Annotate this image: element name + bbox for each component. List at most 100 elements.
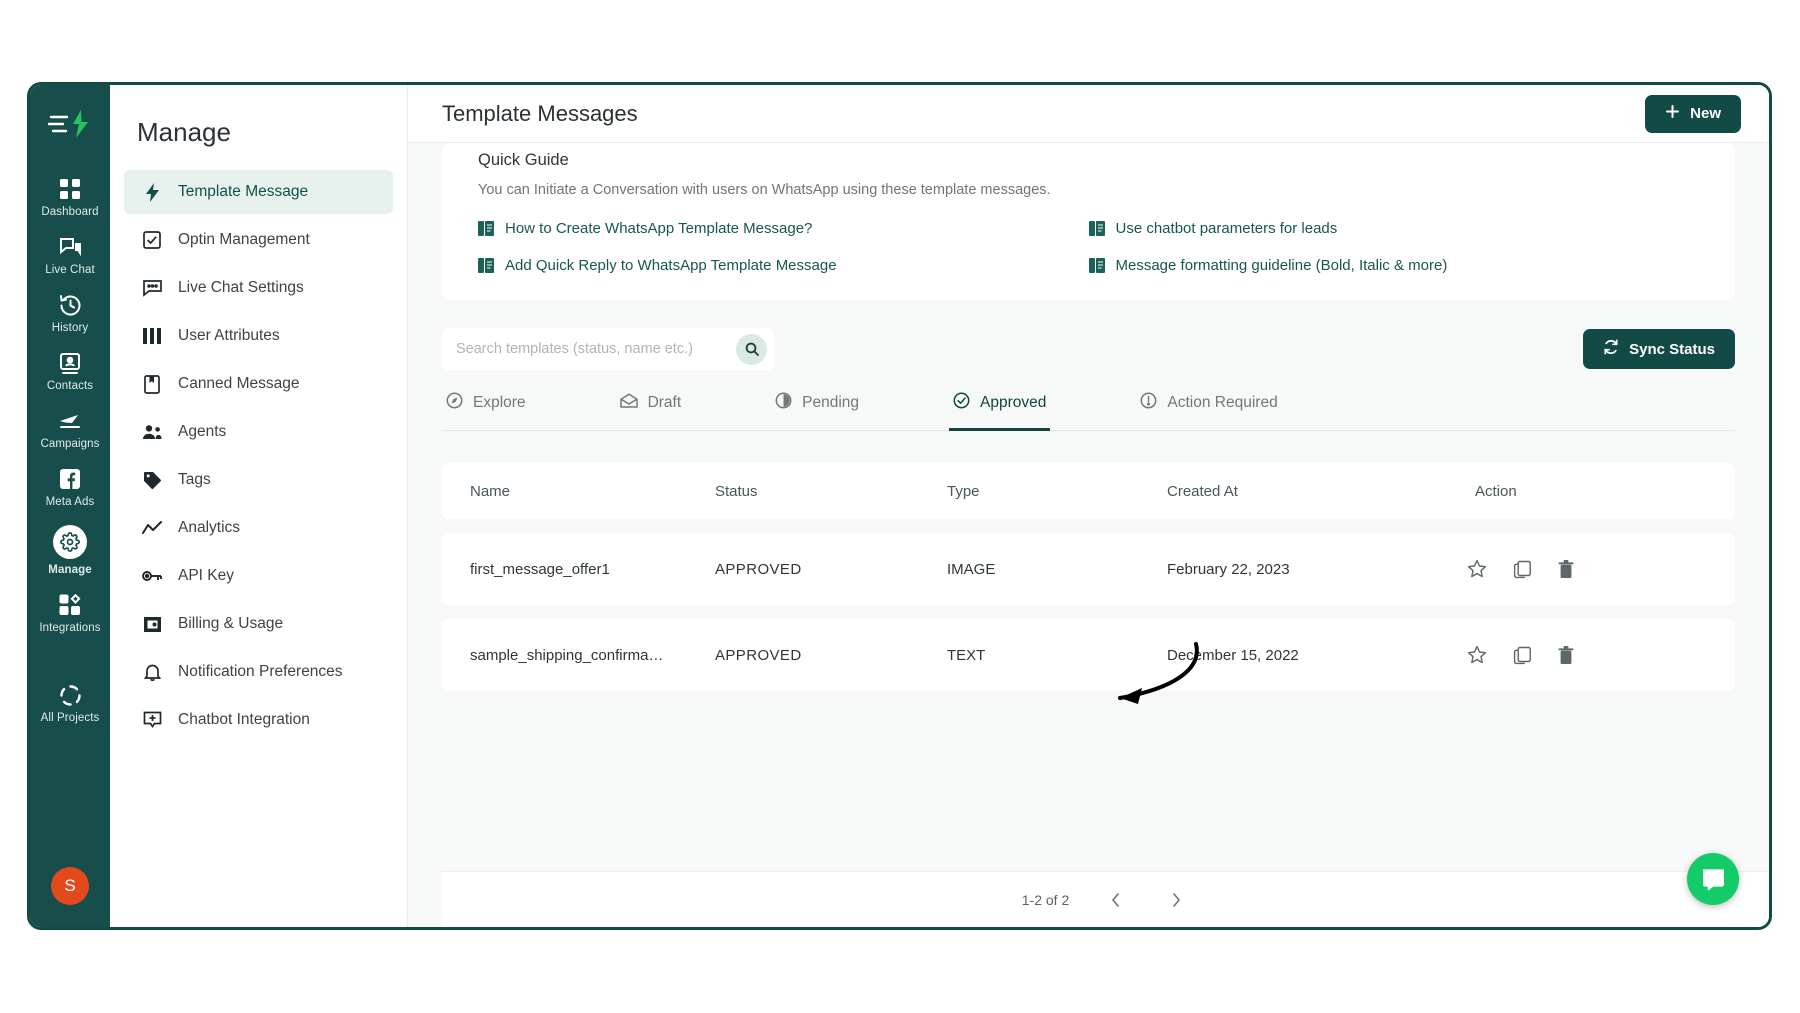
manage-item-optin-management[interactable]: Optin Management [124,218,393,262]
tab-pending[interactable]: Pending [771,392,863,431]
trash-icon[interactable] [1558,559,1574,579]
quick-guide-link-quick-reply[interactable]: Add Quick Reply to WhatsApp Template Mes… [478,257,1089,274]
key-icon [142,569,162,583]
chat-dots-icon [142,279,162,297]
tab-label: Approved [980,394,1047,411]
sidebar-item-label: All Projects [40,712,100,724]
tab-action-required[interactable]: Action Required [1136,392,1281,431]
sidebar-item-manage[interactable]: Manage [30,516,110,584]
chevron-left-icon[interactable] [1103,887,1129,913]
manage-item-template-message[interactable]: Template Message [124,170,393,214]
manage-item-label: Canned Message [178,375,300,392]
column-header-type: Type [947,482,980,500]
sync-status-button[interactable]: Sync Status [1583,329,1735,369]
manage-item-live-chat-settings[interactable]: Live Chat Settings [124,266,393,310]
table-row[interactable]: first_message_offer1 APPROVED IMAGE Febr… [442,533,1735,605]
clock-history-icon [59,293,82,317]
search-icon[interactable] [736,333,767,365]
manage-item-label: Template Message [178,183,309,200]
lightning-list-logo-icon[interactable] [47,109,92,144]
avatar[interactable]: S [51,867,89,905]
manage-item-billing-usage[interactable]: Billing & Usage [124,602,393,646]
tab-label: Explore [473,394,526,411]
sidebar-item-history[interactable]: History [30,284,110,342]
quick-guide-link-formatting-guideline[interactable]: Message formatting guideline (Bold, Ital… [1088,257,1700,274]
alert-circle-icon [1140,392,1157,414]
sidebar-item-campaigns[interactable]: Campaigns [30,400,110,458]
cell-actions [1467,559,1707,579]
manage-item-label: Analytics [178,519,241,536]
sidebar-item-live-chat[interactable]: Live Chat [30,226,110,284]
intercom-chat-icon[interactable] [1687,853,1739,905]
people-icon [142,424,162,440]
table-header-row: Name Status Type Created At Action [442,463,1735,519]
manage-item-label: Chatbot Integration [178,711,310,728]
search-box[interactable] [442,328,774,370]
quick-guide-links: How to Create WhatsApp Template Message?… [478,220,1699,274]
manage-item-tags[interactable]: Tags [124,458,393,502]
sync-status-label: Sync Status [1629,340,1715,358]
sidebar-item-integrations[interactable]: Integrations [30,584,110,642]
tab-approved[interactable]: Approved [949,392,1051,431]
sidebar-item-label: Dashboard [41,206,99,218]
projects-circle-icon [59,683,82,707]
search-row: Sync Status [442,328,1735,370]
quick-guide-link-label: Use chatbot parameters for leads [1115,220,1338,237]
gear-icon [53,525,87,559]
cell-created-at: December 15, 2022 [1167,646,1299,664]
sidebar-item-dashboard[interactable]: Dashboard [30,168,110,226]
cell-type: TEXT [947,646,986,664]
paper-plane-icon [58,409,82,433]
new-button-label: New [1690,105,1721,122]
manage-item-user-attributes[interactable]: User Attributes [124,314,393,358]
manage-item-agents[interactable]: Agents [124,410,393,454]
column-header-status: Status [715,482,758,500]
star-icon[interactable] [1467,645,1487,665]
main-content-column: Template Messages New Quick Guide You ca… [408,85,1769,927]
columns-icon [142,328,162,344]
content-area: Quick Guide You can Initiate a Conversat… [408,143,1769,927]
trash-icon[interactable] [1558,645,1574,665]
manage-panel-title: Manage [137,117,231,147]
tag-icon [142,471,162,490]
manage-item-api-key[interactable]: API Key [124,554,393,598]
half-circle-icon [775,392,792,414]
new-template-button[interactable]: New [1645,94,1741,133]
lightning-bolt-icon [142,182,162,202]
quick-guide-link-create-template[interactable]: How to Create WhatsApp Template Message? [478,220,1089,237]
copy-icon[interactable] [1513,646,1532,665]
quick-guide-link-label: Add Quick Reply to WhatsApp Template Mes… [505,257,837,274]
column-header-created-at: Created At [1167,482,1238,500]
tab-explore[interactable]: Explore [442,392,530,431]
pagination-count: 1-2 of 2 [1021,891,1070,908]
column-header-name: Name [470,482,511,500]
manage-item-canned-message[interactable]: Canned Message [124,362,393,406]
search-input[interactable] [456,341,736,357]
chevron-right-icon[interactable] [1163,887,1189,913]
sidebar-item-contacts[interactable]: Contacts [30,342,110,400]
compass-icon [446,392,463,414]
manage-item-label: User Attributes [178,327,280,344]
table-row[interactable]: sample_shipping_confirma… APPROVED TEXT … [442,619,1735,691]
facebook-icon [59,467,81,491]
status-tabs: Explore Draft Pending Approved Action Re… [442,392,1735,431]
quick-guide-link-chatbot-parameters[interactable]: Use chatbot parameters for leads [1088,220,1700,237]
copy-icon[interactable] [1513,560,1532,579]
quick-guide-title: Quick Guide [478,151,569,169]
cell-name: first_message_offer1 [470,560,610,578]
tab-label: Draft [647,394,682,411]
sidebar-item-meta-ads[interactable]: Meta Ads [30,458,110,516]
manage-item-notification-preferences[interactable]: Notification Preferences [124,650,393,694]
avatar-container: S [30,867,110,905]
trend-line-icon [142,521,162,535]
star-icon[interactable] [1467,559,1487,579]
book-icon [478,221,494,236]
manage-item-analytics[interactable]: Analytics [124,506,393,550]
sidebar-item-all-projects[interactable]: All Projects [30,674,110,732]
contact-card-icon [59,351,81,375]
tab-label: Action Required [1167,394,1278,411]
manage-item-chatbot-integration[interactable]: Chatbot Integration [124,698,393,742]
book-icon [478,258,494,273]
tab-draft[interactable]: Draft [616,392,686,431]
sidebar-item-label: Manage [48,564,92,576]
